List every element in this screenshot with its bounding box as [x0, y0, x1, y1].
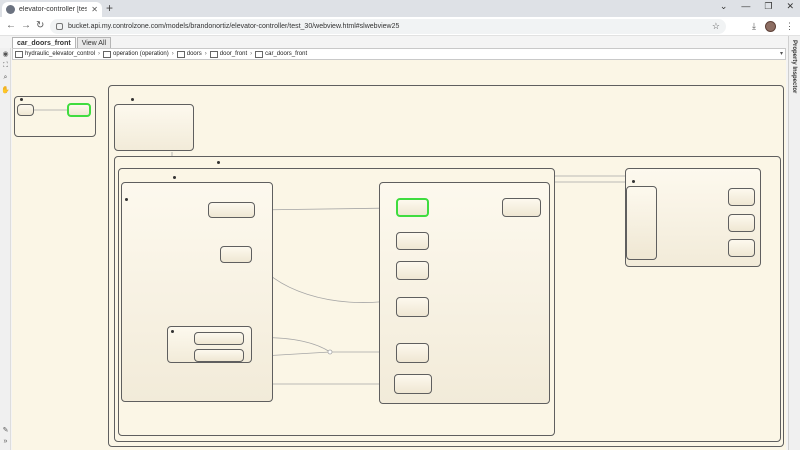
- window-controls: ⌄ — ❐ ✕: [720, 1, 794, 12]
- default-transition-dot: [125, 198, 128, 201]
- state-box[interactable]: [728, 188, 755, 206]
- property-inspector-label[interactable]: Property Inspector: [791, 40, 797, 93]
- state-box[interactable]: [728, 239, 755, 257]
- state-icon: [176, 50, 185, 58]
- breadcrumb-dropdown-icon[interactable]: ▾: [780, 50, 783, 57]
- state-box[interactable]: [626, 186, 657, 260]
- pan-hand-icon[interactable]: ✋: [1, 86, 10, 94]
- chevron-right-icon: ›: [98, 51, 101, 57]
- restore-icon[interactable]: ❐: [764, 1, 772, 12]
- chevron-right-icon: ›: [204, 51, 207, 57]
- breadcrumb-item[interactable]: hydraulic_elevator_control: [15, 50, 96, 58]
- state-box[interactable]: [396, 261, 429, 280]
- model-icon: [15, 50, 23, 58]
- property-inspector-panel[interactable]: Property Inspector: [788, 36, 800, 450]
- state-box[interactable]: [394, 374, 432, 394]
- breadcrumb-label: doors: [186, 51, 202, 57]
- breadcrumb-label: operation (operation): [113, 51, 169, 57]
- minimize-icon[interactable]: —: [741, 1, 750, 12]
- forward-icon[interactable]: →: [21, 20, 31, 32]
- close-window-icon[interactable]: ✕: [786, 1, 794, 12]
- browser-tab[interactable]: elevator-controller [test_30] ✕: [2, 2, 102, 17]
- default-transition-dot: [20, 98, 23, 101]
- default-transition-dot: [632, 180, 635, 183]
- default-transition-dot: [217, 161, 220, 164]
- state-icon: [255, 50, 264, 58]
- state-box[interactable]: [220, 246, 252, 263]
- breadcrumb-label: car_doors_front: [265, 51, 308, 57]
- site-info-icon[interactable]: [56, 23, 63, 30]
- tab-title: elevator-controller [test_30]: [19, 6, 88, 13]
- state-box[interactable]: [17, 104, 34, 116]
- active-state-box[interactable]: [67, 103, 91, 117]
- collapse-icon[interactable]: ⌄: [720, 1, 728, 12]
- state-box[interactable]: [396, 297, 429, 317]
- url-text[interactable]: bucket.api.my.controlzone.com/models/bra…: [68, 23, 726, 30]
- view-tabs: car_doors_front View All: [12, 37, 112, 48]
- chevron-right-icon: ›: [250, 51, 253, 57]
- browser-tabstrip: elevator-controller [test_30] ✕ + ⌄ — ❐ …: [0, 0, 800, 17]
- state-box[interactable]: [114, 104, 194, 151]
- tab-close-icon[interactable]: ✕: [91, 5, 98, 14]
- breadcrumb-item[interactable]: doors: [176, 50, 202, 58]
- breadcrumb-label: hydraulic_elevator_control: [25, 51, 96, 57]
- new-tab-icon[interactable]: +: [106, 2, 113, 15]
- default-transition-dot: [173, 176, 176, 179]
- menu-kebab-icon[interactable]: ⋮: [785, 20, 794, 32]
- state-box[interactable]: [194, 332, 244, 345]
- download-icon[interactable]: ⤓: [752, 20, 756, 32]
- state-box[interactable]: [728, 214, 755, 232]
- chart-canvas[interactable]: [12, 60, 786, 450]
- breadcrumb: hydraulic_elevator_control › operation (…: [12, 48, 786, 60]
- state-icon: [209, 50, 218, 58]
- address-bar[interactable]: bucket.api.my.controlzone.com/models/bra…: [50, 19, 726, 34]
- breadcrumb-item[interactable]: operation (operation): [103, 50, 169, 58]
- breadcrumb-label: door_front: [219, 51, 248, 57]
- toolbar-actions: ⤓ ⋮: [752, 20, 794, 32]
- webview-app: car_doors_front View All hydraulic_eleva…: [0, 36, 800, 450]
- default-transition-dot: [171, 330, 174, 333]
- chart-icon: [103, 50, 112, 58]
- expand-icon[interactable]: »: [1, 438, 10, 445]
- profile-avatar[interactable]: [765, 20, 776, 32]
- hide-icon[interactable]: ◉: [1, 50, 10, 58]
- tab-car-doors-front[interactable]: car_doors_front: [12, 37, 76, 48]
- edit-icon[interactable]: ✎: [1, 426, 10, 434]
- state-box[interactable]: [502, 198, 541, 217]
- reload-icon[interactable]: ↻: [36, 20, 44, 32]
- fit-view-icon[interactable]: ⛶: [1, 62, 10, 70]
- chevron-right-icon: ›: [171, 51, 174, 57]
- state-box[interactable]: [194, 349, 244, 362]
- default-transition-dot: [131, 98, 134, 101]
- breadcrumb-item[interactable]: door_front: [209, 50, 248, 58]
- canvas-toolbar: ◉ ⛶ ⌕ ✋ ✎ »: [0, 48, 11, 450]
- browser-toolbar: ← → ↻ bucket.api.my.controlzone.com/mode…: [0, 17, 800, 36]
- zoom-icon[interactable]: ⌕: [1, 74, 10, 82]
- state-box[interactable]: [396, 343, 429, 363]
- tab-favicon-icon: [6, 5, 15, 14]
- bookmark-star-icon[interactable]: ☆: [712, 21, 720, 32]
- back-icon[interactable]: ←: [6, 20, 16, 32]
- breadcrumb-item[interactable]: car_doors_front: [255, 50, 308, 58]
- state-box[interactable]: [396, 232, 429, 250]
- state-box[interactable]: [208, 202, 255, 218]
- active-state-box[interactable]: [396, 198, 429, 217]
- tab-view-all[interactable]: View All: [76, 37, 112, 48]
